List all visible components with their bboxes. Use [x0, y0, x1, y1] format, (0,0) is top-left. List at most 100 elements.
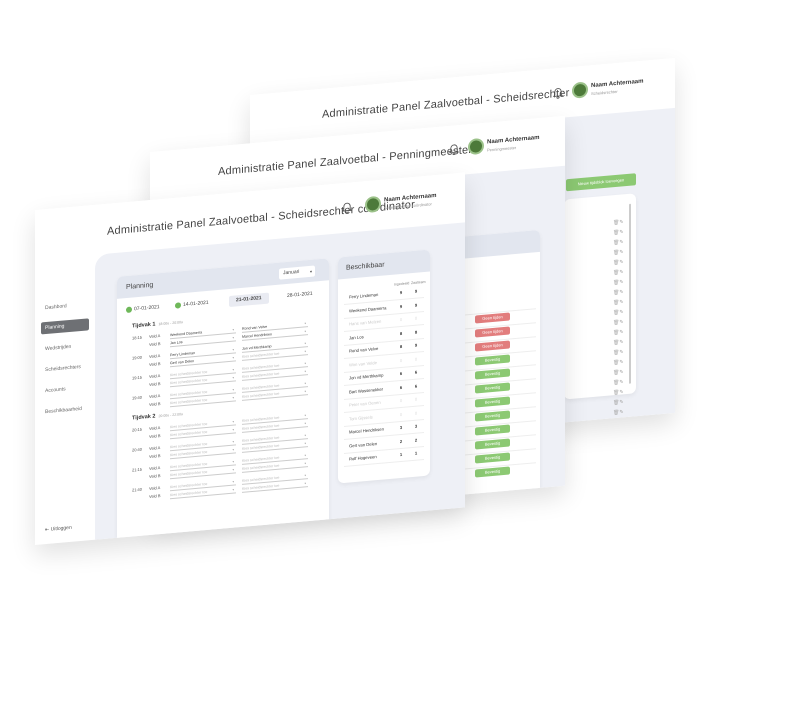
bevestig-button[interactable]: Bevestig [475, 438, 510, 450]
chevron-down-icon: ▾ [304, 381, 306, 386]
bell-icon[interactable] [341, 201, 353, 214]
referee-name: Hans van Melzen [349, 318, 382, 327]
row-actions-item: 🗑✎ [613, 349, 624, 356]
chevron-down-icon: ▾ [232, 355, 234, 360]
chevron-down-icon: ▾ [232, 347, 234, 352]
edit-icon[interactable]: ✎ [619, 409, 623, 415]
sidebar-item-scheidsrechters[interactable]: Scheidsrechters [45, 361, 81, 376]
row-actions-item: 🗑✎ [613, 379, 624, 386]
edit-icon[interactable]: ✎ [619, 319, 623, 325]
date-label: 28-01-2021 [287, 290, 313, 299]
beschikbaar-card: Beschikbaar Ingedeeld Zaalteam Ferry Lin… [338, 249, 430, 484]
edit-icon[interactable]: ✎ [619, 329, 623, 335]
edit-icon[interactable]: ✎ [619, 299, 623, 305]
page-title: Administratie Panel Zaalvoetbal - Pennin… [218, 143, 473, 179]
zaalteam-count: 8 [414, 329, 418, 335]
chevron-down-icon: ▾ [232, 427, 234, 432]
field-label: Veld B [149, 381, 161, 388]
tijdvak-time: 20:00u - 22:00u [158, 412, 183, 419]
sidebar-item-planning[interactable]: Planning [41, 318, 89, 335]
edit-icon[interactable]: ✎ [619, 399, 623, 405]
geen-tijden-button[interactable]: Geen tijden [475, 340, 510, 352]
chevron-down-icon: ▾ [232, 335, 234, 340]
chevron-down-icon: ▾ [232, 395, 234, 400]
user-name: Naam Achternaam [591, 78, 644, 90]
edit-icon[interactable]: ✎ [619, 289, 623, 295]
row-actions-item: 🗑✎ [613, 399, 624, 406]
chevron-down-icon: ▾ [304, 361, 306, 366]
page-title: Administratie Panel Zaalvoetbal - Scheid… [322, 87, 570, 121]
bell-icon[interactable] [552, 87, 564, 100]
sidebar-item-beschikbaarheid[interactable]: Beschikbaarheid [45, 403, 82, 418]
bevestig-button[interactable]: Bevestig [475, 424, 510, 436]
tab-date-2[interactable]: 14-01-2021 [175, 298, 209, 312]
tab-date-4[interactable]: 28-01-2021 [287, 289, 313, 302]
edit-icon[interactable]: ✎ [619, 269, 623, 275]
chevron-down-icon: ▾ [304, 453, 306, 458]
bevestig-button[interactable]: Bevestig [475, 368, 510, 380]
logout-button[interactable]: ⇤ Uitloggen [45, 525, 72, 533]
sidebar-item-accounts[interactable]: Accounts [45, 383, 66, 397]
chevron-down-icon: ▾ [232, 439, 234, 444]
edit-icon[interactable]: ✎ [619, 249, 623, 255]
referee-value: Kies scheidsrechter toe [242, 463, 280, 471]
geen-tijden-button[interactable]: Geen tijden [475, 326, 510, 338]
avatar[interactable] [572, 81, 588, 99]
row-actions-item: 🗑✎ [613, 279, 624, 286]
edit-icon[interactable]: ✎ [619, 369, 623, 375]
edit-icon[interactable]: ✎ [619, 219, 623, 225]
field-label: Veld A [149, 425, 161, 432]
edit-icon[interactable]: ✎ [619, 309, 623, 315]
sidebar-item-dashbord[interactable]: Dashbord [45, 300, 67, 314]
edit-icon[interactable]: ✎ [619, 389, 623, 395]
referee-name: Ferry Lindeman [349, 291, 379, 300]
edit-icon[interactable]: ✎ [619, 229, 623, 235]
bevestig-button[interactable]: Bevestig [475, 382, 510, 394]
bevestig-button[interactable]: Bevestig [475, 396, 510, 408]
referee-name: Jon vd Merthkamp [349, 372, 384, 381]
field-label: Veld B [149, 433, 161, 440]
bevestig-button[interactable]: Bevestig [475, 466, 510, 478]
tab-date-3[interactable]: 21-01-2021 [229, 292, 269, 308]
edit-icon[interactable]: ✎ [619, 259, 623, 265]
geen-tijden-button[interactable]: Geen tijden [475, 312, 510, 324]
bevestig-button[interactable]: Bevestig [475, 452, 510, 464]
edit-icon[interactable]: ✎ [619, 349, 623, 355]
referee-value: Kies scheidsrechter toe [242, 383, 280, 391]
chevron-down-icon: ▾ [304, 421, 306, 426]
chevron-down-icon: ▾ [304, 481, 306, 486]
add-timeblock-button[interactable]: Nieuw tijdsblok toevoegen [566, 173, 636, 192]
chevron-down-icon: ▾ [304, 389, 306, 394]
edit-icon[interactable]: ✎ [619, 239, 623, 245]
ingedeeld-count: 1 [399, 451, 403, 458]
match-time: 21:40 [132, 486, 143, 493]
edit-icon[interactable]: ✎ [619, 279, 623, 285]
zaalteam-count: 0 [414, 315, 418, 321]
chevron-down-icon: ▾ [304, 349, 306, 354]
sidebar-item-wedstrijden[interactable]: Wedstrijden [45, 341, 71, 355]
scrollbar[interactable] [629, 203, 631, 384]
edit-icon[interactable]: ✎ [619, 379, 623, 385]
avatar[interactable] [468, 137, 484, 156]
zaalteam-count: 0 [414, 410, 418, 416]
row-actions-item: 🗑✎ [613, 319, 624, 326]
row-actions-item: 🗑✎ [613, 229, 624, 236]
edit-icon[interactable]: ✎ [619, 339, 623, 345]
referee-name: Rolf Hogeveen [349, 454, 377, 462]
bell-icon[interactable] [448, 143, 460, 156]
tab-date-1[interactable]: 07-01-2021 [126, 302, 160, 316]
row-actions-item: 🗑✎ [613, 249, 624, 256]
bevestig-button[interactable]: Bevestig [475, 354, 510, 366]
row-actions-item: 🗑✎ [613, 219, 624, 226]
referee-name: Gert van Delen [349, 440, 378, 449]
referee-value: Kies scheidsrechter toe [170, 481, 208, 490]
match-time: 20:15 [132, 426, 143, 433]
edit-icon[interactable]: ✎ [619, 359, 623, 365]
bevestig-button[interactable]: Bevestig [475, 410, 510, 422]
chevron-down-icon: ▾ [232, 467, 234, 472]
referee-name: Tom Gijssels [349, 413, 373, 422]
ingedeeld-count: 0 [399, 357, 403, 363]
referee-value: Kies scheidsrechter toe [242, 351, 280, 359]
row-actions-item: 🗑✎ [613, 339, 624, 346]
match-time: 19:15 [132, 374, 143, 381]
